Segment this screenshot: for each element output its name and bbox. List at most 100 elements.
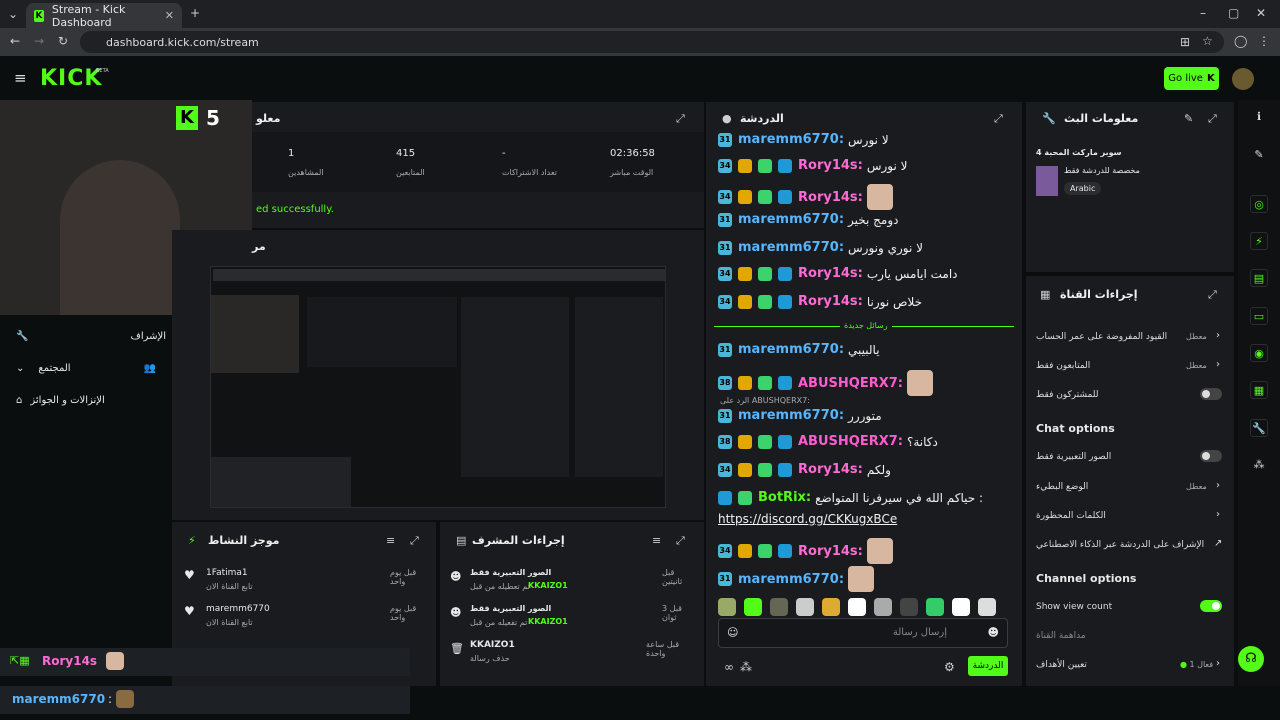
chat-username[interactable]: maremm6770: [738, 212, 844, 227]
recent-emote[interactable] [848, 597, 866, 616]
expand-icon[interactable]: ⤢ [1208, 112, 1217, 126]
activity-time: قبل يوم واحد [390, 568, 417, 586]
user-avatar[interactable] [1232, 68, 1254, 90]
show-view-count-toggle[interactable] [1200, 600, 1222, 612]
new-tab-icon[interactable]: + [190, 6, 200, 20]
close-tab-icon[interactable]: ✕ [165, 9, 174, 22]
document-icon[interactable]: ▤ [1250, 269, 1268, 287]
overlay-username: maremm6770 [12, 692, 106, 706]
stream-preview-video[interactable] [210, 266, 666, 508]
maximize-icon[interactable]: ▢ [1228, 6, 1239, 20]
chat-username[interactable]: Rory14s: [798, 190, 863, 205]
expand-icon[interactable]: ⤢ [410, 534, 419, 548]
chat-message: 31 maremm6770: [718, 566, 875, 592]
chat-username[interactable]: maremm6770: [738, 572, 844, 587]
discord-link[interactable]: https://discord.gg/CKKugxBCe [718, 512, 897, 526]
go-live-button[interactable]: Go live K [1164, 67, 1219, 90]
chevron-right-icon[interactable]: › [1216, 480, 1220, 491]
chevron-right-icon[interactable]: › [1216, 330, 1220, 341]
chevron-right-icon[interactable]: › [1216, 509, 1220, 520]
raid-channel-label[interactable]: مداهمة القناة [1036, 631, 1086, 641]
recent-emotes-bar[interactable] [718, 596, 1008, 616]
more-dots-icon[interactable]: ⁂ [1250, 456, 1268, 474]
recent-emote[interactable] [822, 597, 840, 616]
external-link-icon[interactable]: ↗ [1214, 538, 1222, 549]
recent-emote[interactable] [796, 597, 814, 616]
chevron-right-icon[interactable]: › [1216, 658, 1220, 669]
trash-icon: 🗑 [450, 642, 464, 655]
bookmark-star-icon[interactable]: ☆ [1202, 34, 1213, 48]
chat-username[interactable]: maremm6770: [738, 132, 844, 147]
recent-emote[interactable] [874, 597, 892, 616]
camera-icon[interactable]: ◎ [1250, 195, 1268, 213]
wrench-icon[interactable]: 🔧 [1250, 419, 1268, 437]
expand-icon[interactable]: ⤢ [676, 534, 685, 548]
back-icon[interactable]: ← [10, 34, 20, 48]
chat-username[interactable]: Rory14s: [798, 158, 863, 173]
sidebar-item-moderation[interactable]: 🔧 الإشراف [16, 331, 166, 342]
recent-emote[interactable] [978, 597, 996, 616]
verified-badge-icon [738, 490, 752, 505]
kick-logo[interactable]: KICK [40, 66, 102, 91]
recent-emote[interactable] [718, 597, 736, 616]
forward-icon[interactable]: → [34, 34, 44, 48]
sub-badge-icon: 31 [718, 240, 732, 255]
chevron-right-icon[interactable]: › [1216, 359, 1220, 370]
menu-dots-icon[interactable]: ⋮ [1258, 34, 1270, 48]
tab-list-icon[interactable]: ⌄ [8, 7, 18, 21]
support-headset-icon[interactable]: ☊ [1238, 646, 1264, 672]
profile-icon[interactable]: ◯ [1234, 34, 1247, 48]
chat-input[interactable]: ☺ إرسال رسالة ☻ [718, 618, 1008, 648]
subscribers-only-toggle[interactable] [1200, 388, 1222, 400]
browser-tab[interactable]: K Stream - Kick Dashboard ✕ [26, 3, 182, 29]
reload-icon[interactable]: ↻ [58, 34, 68, 48]
emote-icon[interactable]: ☻ [988, 626, 999, 639]
sidebar-item-drops[interactable]: ⌂ الإنزالات و الجوائز [16, 395, 166, 406]
chat-message: 34 Rory14s: خلاص نورنا [718, 294, 922, 309]
chat-username[interactable]: Rory14s: [798, 266, 863, 281]
crown-badge-icon [738, 190, 752, 204]
chat-username[interactable]: Rory14s: [798, 544, 863, 559]
mod-badge-icon [758, 266, 772, 281]
chat-username[interactable]: ABUSHQERX7: [798, 434, 903, 449]
chat-username[interactable]: maremm6770: [738, 408, 844, 423]
emotes-only-toggle[interactable] [1200, 450, 1222, 462]
pencil-icon[interactable]: ✎ [1250, 146, 1268, 164]
recent-emote[interactable] [744, 597, 762, 616]
close-window-icon[interactable]: ✕ [1256, 6, 1266, 20]
infinity-icon[interactable]: ∞ [724, 660, 734, 674]
chat-username[interactable]: Rory14s: [798, 294, 863, 309]
chat-emote [866, 184, 893, 210]
expand-icon[interactable]: ⤢ [676, 112, 685, 126]
recent-emote[interactable] [770, 597, 788, 616]
emoji-picker-icon[interactable]: ☺ [727, 626, 738, 639]
expand-icon[interactable]: ⤢ [994, 112, 1003, 126]
emoji-icon: ☻ [450, 606, 462, 619]
chat-username[interactable]: maremm6770: [738, 342, 844, 357]
layout-icon[interactable]: ▦ [1250, 381, 1268, 399]
chat-username[interactable]: maremm6770: [738, 240, 844, 255]
url-field[interactable]: dashboard.kick.com/stream [80, 31, 1224, 53]
recent-emote[interactable] [926, 597, 944, 616]
broadcast-icon[interactable]: ◉ [1250, 344, 1268, 362]
show-view-count-label: Show view count [1036, 602, 1113, 612]
expand-icon[interactable]: ⤢ [1208, 288, 1217, 302]
bot-username[interactable]: BotRix: [758, 490, 811, 505]
translate-icon[interactable]: ⊞ [1180, 35, 1190, 49]
send-chat-button[interactable]: الدردشة [968, 656, 1008, 676]
sidebar-item-community[interactable]: ⌄ المجتمع 👥 [16, 363, 156, 374]
chat-icon[interactable]: ▭ [1250, 307, 1268, 325]
lightning-icon[interactable]: ⚡ [1250, 232, 1268, 250]
recent-emote[interactable] [900, 597, 918, 616]
dots-icon[interactable]: ⁂ [740, 660, 752, 674]
filter-icon[interactable]: ≡ [652, 534, 661, 547]
info-icon[interactable]: ℹ [1250, 108, 1268, 126]
chat-username[interactable]: ABUSHQERX7: [798, 376, 903, 391]
edit-pencil-icon[interactable]: ✎ [1184, 112, 1193, 125]
minimize-icon[interactable]: – [1200, 6, 1206, 20]
recent-emote[interactable] [952, 597, 970, 616]
filter-icon[interactable]: ≡ [386, 534, 395, 547]
hamburger-menu-icon[interactable]: ≡ [14, 69, 27, 87]
chat-username[interactable]: Rory14s: [798, 462, 863, 477]
settings-gear-icon[interactable]: ⚙ [944, 660, 955, 674]
